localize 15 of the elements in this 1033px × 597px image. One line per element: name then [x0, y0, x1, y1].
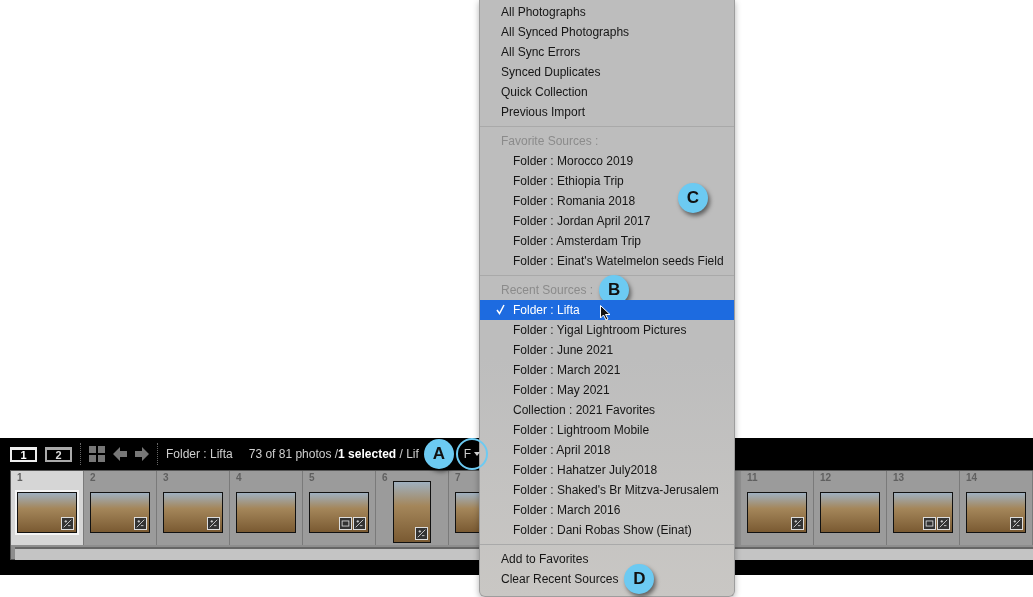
frame-number: 14 — [966, 472, 978, 484]
frame-number: 2 — [90, 472, 96, 484]
frame-number: 1 — [17, 472, 23, 484]
frame-number: 3 — [163, 472, 169, 484]
frame-number: 4 — [236, 472, 242, 484]
frame-number: 6 — [382, 472, 388, 484]
frame-number: 7 — [455, 472, 461, 484]
frame-number: 12 — [820, 472, 832, 484]
frame-number: 13 — [893, 472, 905, 484]
photo-count-text: 73 of 81 photos /1 selected / Lif — [248, 446, 419, 463]
callout-marker: D — [624, 564, 655, 594]
frame-number: 11 — [747, 472, 758, 484]
frame-number: 5 — [309, 472, 315, 484]
callout-marker: A — [423, 439, 454, 469]
callout-marker: C — [678, 183, 708, 213]
